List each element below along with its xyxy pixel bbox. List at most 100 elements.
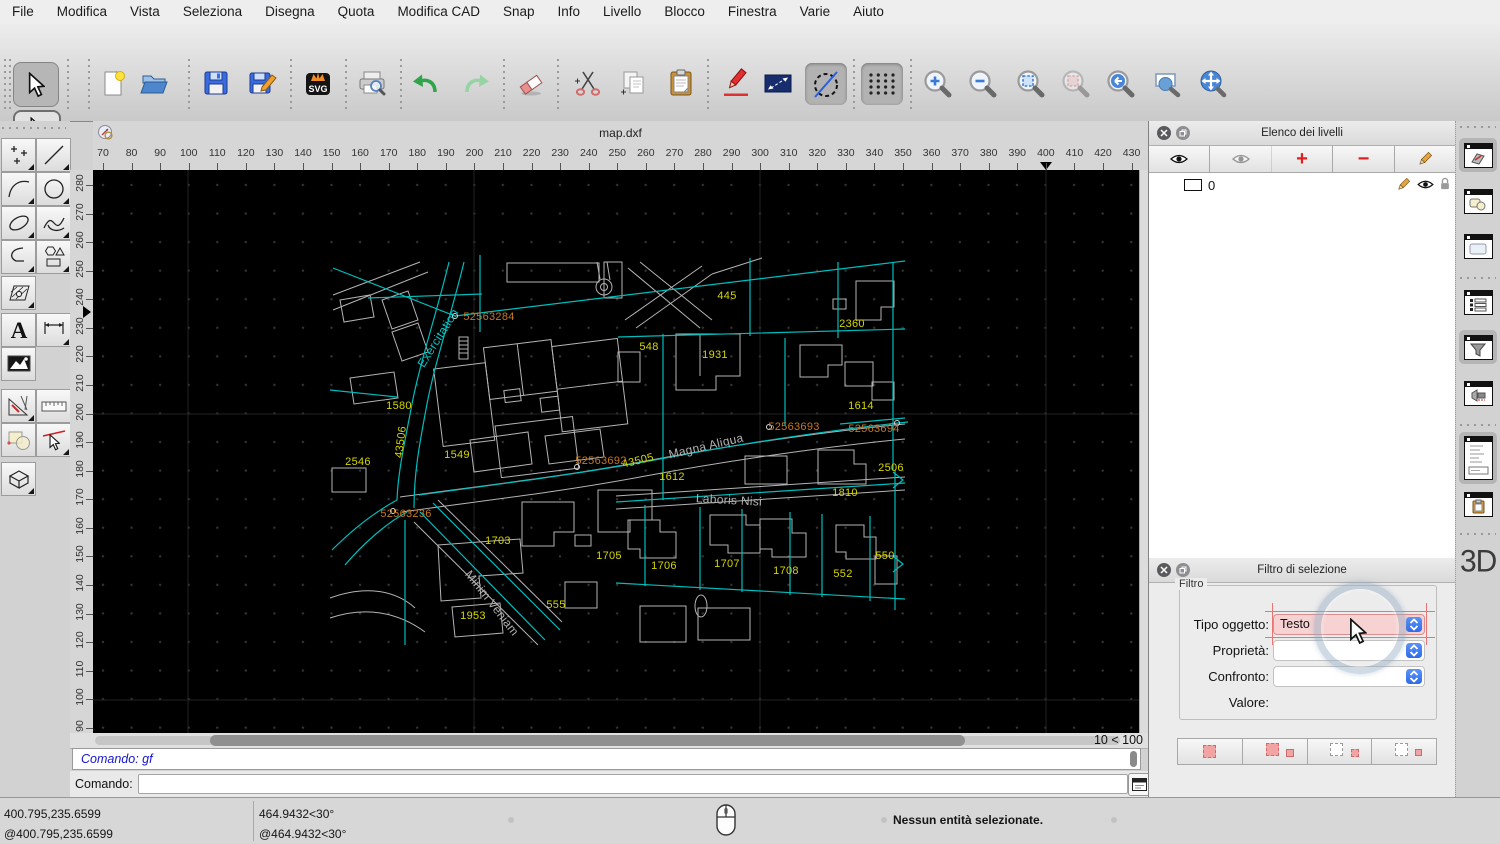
zoom-previous-button[interactable]: [1103, 66, 1137, 100]
palette-toggle-geometry[interactable]: [1459, 184, 1497, 218]
select-add-button[interactable]: [1243, 739, 1308, 764]
arc-tool[interactable]: [1, 172, 36, 206]
text-tool[interactable]: A: [1, 313, 36, 347]
dimension-style-button[interactable]: [761, 66, 795, 100]
menu-disegna[interactable]: Disegna: [265, 4, 315, 19]
svg-export-button[interactable]: SVG: [301, 66, 335, 100]
menu-info[interactable]: Info: [558, 4, 581, 19]
menu-varie[interactable]: Varie: [800, 4, 831, 19]
map-label-1580: 1580: [386, 400, 412, 412]
save-button[interactable]: [199, 66, 233, 100]
hscroll-thumb[interactable]: [210, 735, 965, 746]
circle-line-mode-button[interactable]: [805, 63, 847, 105]
paste-button[interactable]: [664, 66, 698, 100]
spline-tool[interactable]: [36, 206, 71, 240]
menu-file[interactable]: File: [12, 4, 34, 19]
add-layer-button[interactable]: +: [1272, 146, 1334, 172]
palette-toggle-filter[interactable]: [1459, 330, 1497, 364]
layer-row[interactable]: 0: [1149, 173, 1455, 197]
vertical-scrollbar[interactable]: [1139, 170, 1148, 733]
select-replace-icon: [1203, 745, 1217, 758]
edit-layer-button[interactable]: [1395, 146, 1455, 172]
points-tool[interactable]: [1, 138, 36, 172]
redo-button[interactable]: [460, 66, 494, 100]
3d-box-tool[interactable]: [1, 462, 36, 496]
remove-layer-button[interactable]: −: [1333, 146, 1395, 172]
save-as-button[interactable]: [245, 66, 279, 100]
menu-blocco[interactable]: Blocco: [664, 4, 705, 19]
command-input[interactable]: [138, 774, 1128, 794]
3d-mode-label[interactable]: 3D: [1460, 544, 1497, 580]
drafting-tools[interactable]: [1, 389, 36, 423]
grid-toggle-button[interactable]: [861, 63, 903, 105]
layer-lock-icon[interactable]: [1439, 177, 1451, 191]
zoom-selection-button[interactable]: [1058, 66, 1092, 100]
zoom-in-button[interactable]: [920, 66, 954, 100]
palette-toggle-command[interactable]: [1459, 432, 1497, 484]
copy-button[interactable]: [617, 66, 651, 100]
palette-toggle-properties[interactable]: [1459, 229, 1497, 263]
zoom-out-button[interactable]: [965, 66, 999, 100]
menu-quota[interactable]: Quota: [338, 4, 375, 19]
circle-tool[interactable]: [36, 172, 71, 206]
strip-separator: [1460, 277, 1496, 279]
polygon-tool[interactable]: [36, 240, 71, 274]
menu-modifica[interactable]: Modifica: [57, 4, 107, 19]
menu-aiuto[interactable]: Aiuto: [853, 4, 884, 19]
menu-livello[interactable]: Livello: [603, 4, 641, 19]
measure-tool[interactable]: [36, 389, 71, 423]
boolean-tool[interactable]: [1, 423, 36, 457]
detach-panel-icon[interactable]: [1176, 126, 1190, 140]
close-icon[interactable]: [1157, 563, 1171, 577]
command-prompt-label: Comando:: [75, 777, 133, 791]
horizontal-scrollbar[interactable]: 10 < 100: [70, 733, 1148, 749]
history-scroll-thumb[interactable]: [1130, 751, 1137, 767]
drawing-canvas[interactable]: 445 548 1931 2360 1614 1580 2546 1549 43506 43505…: [93, 170, 1139, 733]
stepper-icon[interactable]: [1406, 669, 1422, 684]
edit-entity-button[interactable]: [719, 66, 753, 100]
print-preview-button[interactable]: [355, 66, 389, 100]
pan-button[interactable]: [1195, 66, 1229, 100]
cut-button[interactable]: [571, 66, 605, 100]
vruler-num: 280: [74, 174, 86, 192]
close-icon[interactable]: [1157, 126, 1171, 140]
stepper-icon[interactable]: [1406, 643, 1422, 658]
palette-toggle-list[interactable]: [1459, 285, 1497, 319]
palette-toggle-clipboard[interactable]: [1459, 487, 1497, 521]
ellipse-tool[interactable]: [1, 206, 36, 240]
menu-finestra[interactable]: Finestra: [728, 4, 777, 19]
eraser-button[interactable]: [514, 66, 548, 100]
dimension-tool[interactable]: [36, 313, 71, 347]
undo-button[interactable]: [408, 66, 442, 100]
stepper-icon[interactable]: [1406, 617, 1422, 632]
open-file-button[interactable]: [137, 66, 171, 100]
hide-all-layers-button[interactable]: [1210, 146, 1272, 172]
menu-seleziona[interactable]: Seleziona: [183, 4, 242, 19]
select-intersect-button[interactable]: [1372, 739, 1436, 764]
polyline-tool[interactable]: [1, 240, 36, 274]
detach-panel-icon[interactable]: [1176, 563, 1190, 577]
select-subtract-button[interactable]: [1308, 739, 1373, 764]
palette-toggle-inspector[interactable]: [1459, 376, 1497, 410]
select-replace-button[interactable]: [1178, 739, 1243, 764]
trim-tool[interactable]: [36, 423, 71, 457]
line-tool[interactable]: [36, 138, 71, 172]
zoom-window-icon: [1155, 73, 1181, 98]
palette-toggle-layers[interactable]: [1459, 138, 1497, 172]
layer-color-swatch[interactable]: [1184, 179, 1202, 191]
inspector-window-icon: [1463, 380, 1493, 406]
zoom-extents-button[interactable]: [1013, 66, 1047, 100]
menu-vista[interactable]: Vista: [130, 4, 160, 19]
menu-snap[interactable]: Snap: [503, 4, 535, 19]
image-tool[interactable]: [1, 347, 36, 381]
layer-edit-pencil-icon[interactable]: [1396, 177, 1411, 192]
new-file-button[interactable]: [96, 66, 130, 100]
hatch-tool[interactable]: [1, 276, 36, 310]
hruler-num: 390: [1008, 147, 1027, 159]
zoom-out-icon: [967, 68, 997, 98]
layer-visibility-eye-icon[interactable]: [1417, 179, 1434, 190]
zoom-window-button[interactable]: [1150, 66, 1184, 100]
menu-modifica-cad[interactable]: Modifica CAD: [397, 4, 480, 19]
show-all-layers-button[interactable]: [1149, 146, 1211, 172]
select-tool-button[interactable]: [13, 62, 59, 107]
